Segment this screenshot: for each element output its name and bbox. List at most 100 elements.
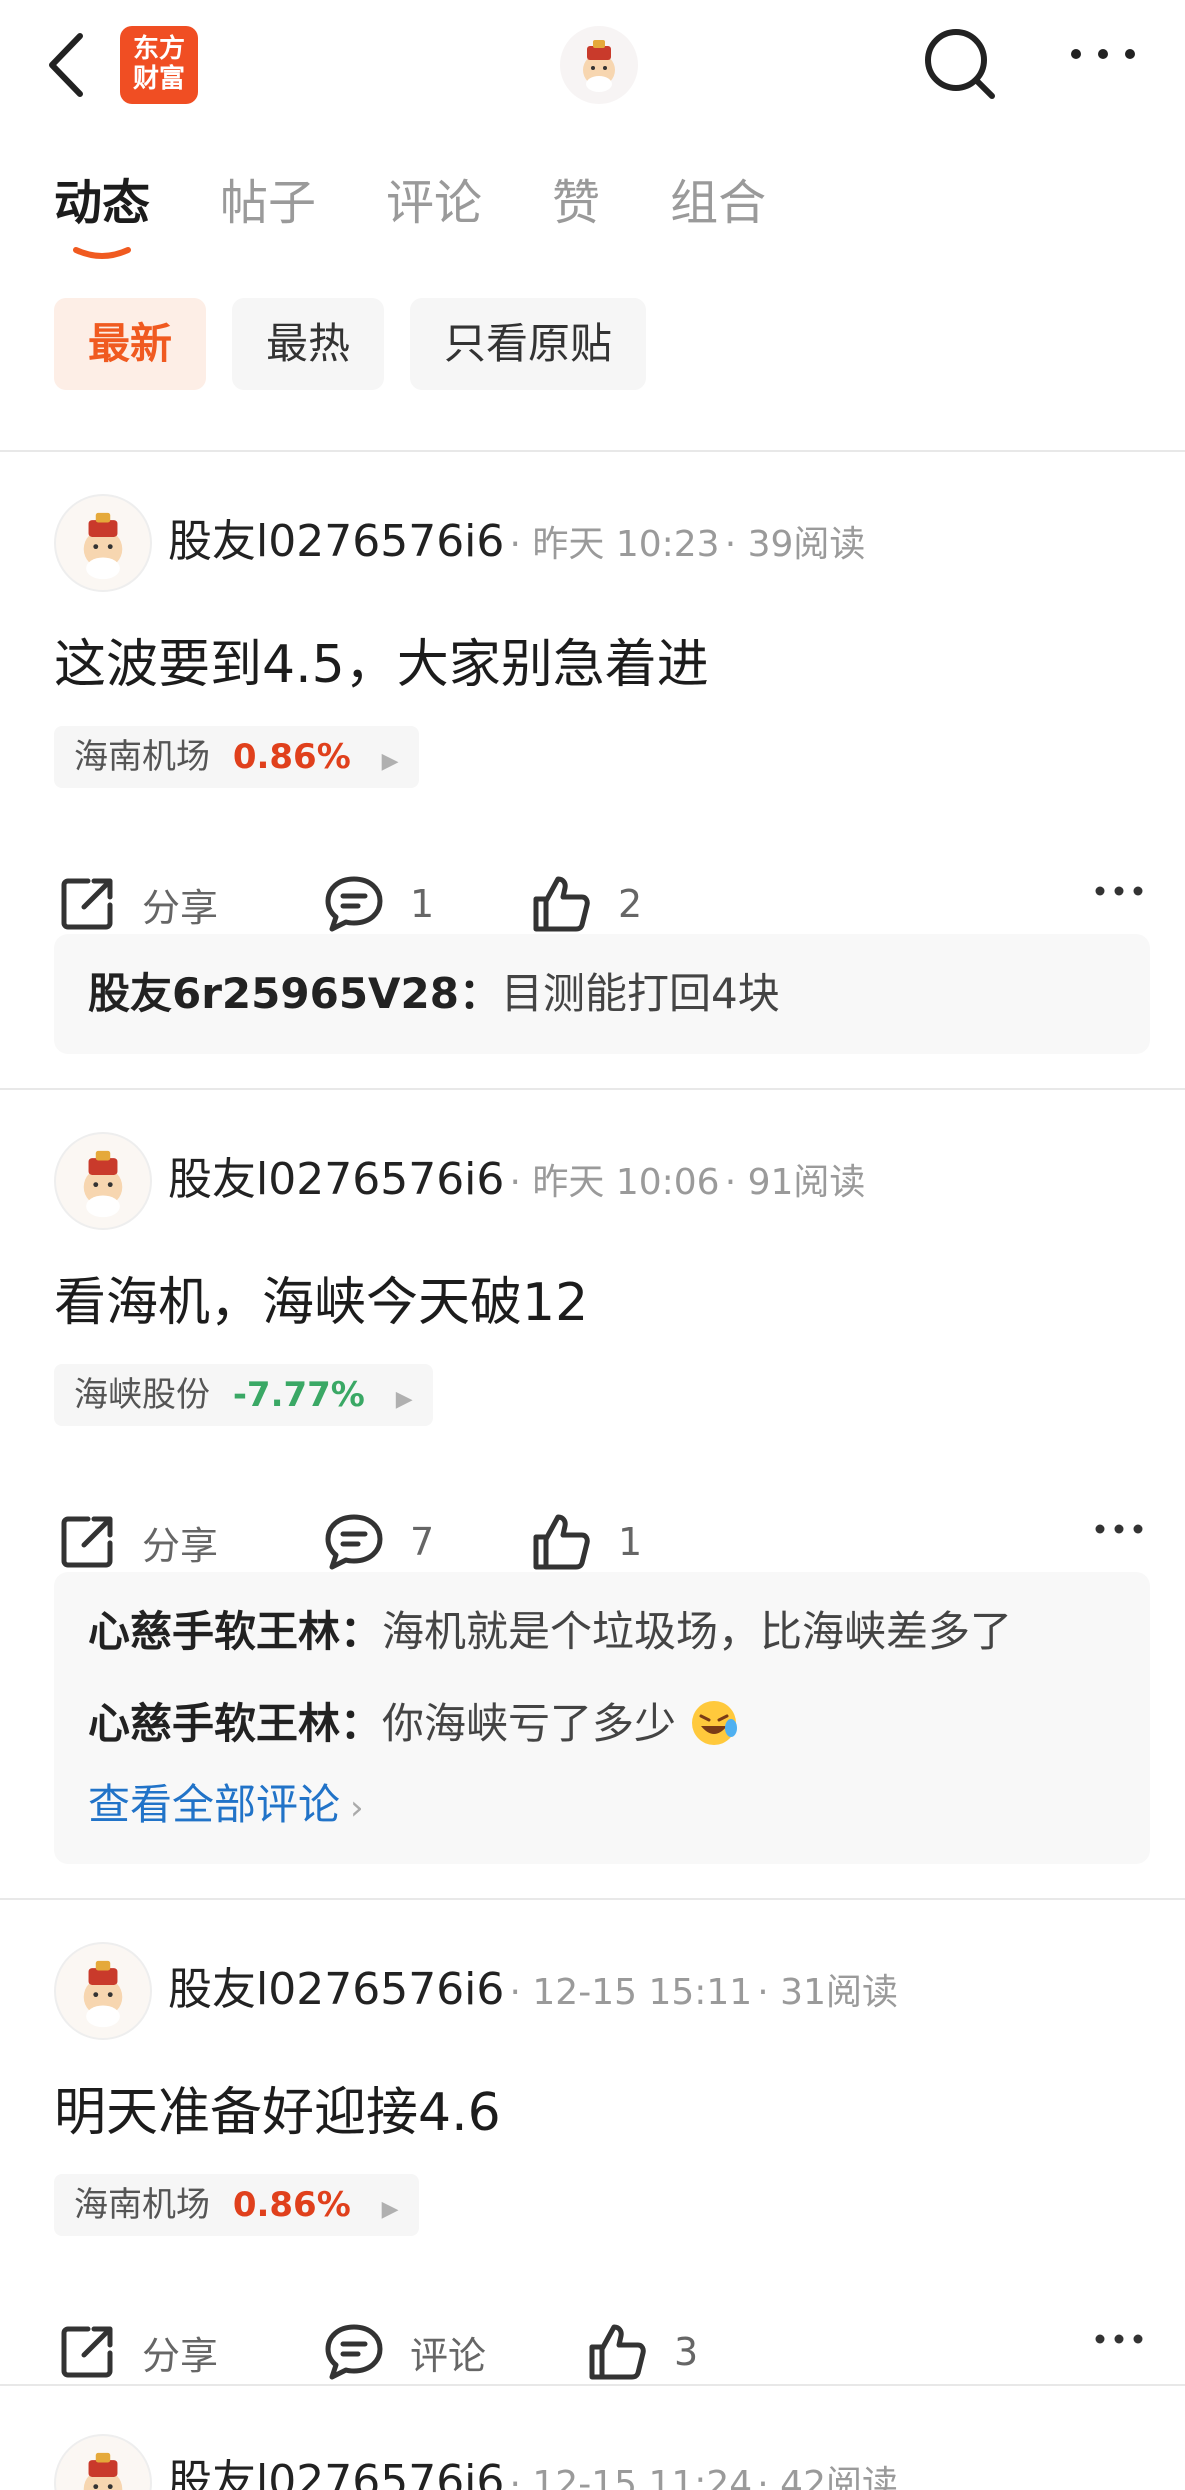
comment-user[interactable]: 股友6r25965V28: [88, 969, 459, 1018]
like-count: 3: [674, 2330, 699, 2374]
profile-tabs: 动态 帖子 评论 赞 组合: [54, 168, 836, 268]
comment-button[interactable]: 评论: [324, 2312, 486, 2392]
share-icon: [61, 2326, 113, 2378]
author-line: 股友l0276576i6 · 昨天 10:23 · 39阅读: [168, 516, 866, 567]
thumbs-up-icon: [533, 876, 590, 932]
thumbs-up-icon: [533, 1514, 590, 1570]
like-count: 2: [618, 882, 643, 926]
stock-tag[interactable]: 海南机场 0.86% ▶: [54, 2174, 419, 2236]
share-icon: [61, 878, 113, 930]
comment-line: 股友6r25965V28：目测能打回4块: [88, 969, 780, 1018]
view-all-comments-link[interactable]: 查看全部评论 ›: [88, 1770, 1116, 1850]
post-actions: 分享 评论 3: [54, 2312, 1144, 2392]
more-menu-button[interactable]: [1068, 44, 1148, 84]
comment-button[interactable]: 1: [324, 864, 434, 944]
avatar[interactable]: [54, 1132, 152, 1230]
chevron-right-icon: ›: [350, 1788, 364, 1828]
top-bar: 东方 财富: [0, 0, 1185, 130]
author-line: 股友l0276576i6 · 12-15 15:11 · 31阅读: [168, 1964, 898, 2015]
tab-likes[interactable]: 赞: [552, 168, 600, 248]
avatar[interactable]: [54, 1942, 152, 2040]
post-more-icon[interactable]: [1094, 2332, 1144, 2346]
post-more-icon[interactable]: [1094, 884, 1144, 898]
post-actions: 分享 1 2: [54, 864, 1144, 944]
search-icon: [925, 29, 995, 99]
share-button[interactable]: 分享: [58, 864, 218, 944]
read-count: 39阅读: [747, 524, 866, 565]
avatar[interactable]: [54, 494, 152, 592]
post-text[interactable]: 这波要到4.5，大家别急着进: [54, 622, 709, 697]
play-arrow-icon: ▶: [395, 1387, 413, 1412]
tab-comments[interactable]: 评论: [386, 168, 482, 248]
fortune-god-avatar-icon: [83, 2452, 123, 2490]
comment-bubble-icon: [325, 1514, 383, 1570]
comment-button[interactable]: 7: [324, 1502, 434, 1582]
more-dots-icon: [1071, 49, 1135, 59]
author-name[interactable]: 股友l0276576i6: [168, 1964, 504, 2015]
stock-change: 0.86%: [232, 737, 351, 777]
stock-change: 0.86%: [232, 2185, 351, 2225]
post-text[interactable]: 明天准备好迎接4.6: [54, 2070, 501, 2145]
stock-name: 海峡股份: [74, 1375, 210, 1415]
stock-tag[interactable]: 海峡股份 -7.77% ▶: [54, 1364, 433, 1426]
comment-count: 1: [410, 882, 435, 926]
post-time: 昨天 10:06: [532, 1162, 720, 1203]
tab-portfolio[interactable]: 组合: [670, 168, 766, 248]
like-button[interactable]: 2: [532, 864, 642, 944]
comment-text: 你海峡亏了多少: [382, 1699, 677, 1748]
comment-text: 目测能打回4块: [501, 969, 780, 1018]
app-logo: 东方 财富: [120, 26, 198, 104]
share-button[interactable]: 分享: [58, 1502, 218, 1582]
tab-dynamic[interactable]: 动态: [54, 168, 150, 259]
stock-change: -7.77%: [232, 1375, 365, 1415]
chevron-left-icon: [49, 33, 83, 97]
post-card[interactable]: 股友l0276576i6 · 12-15 11:24 · 42阅读: [0, 2386, 1185, 2490]
tab-active-indicator: [73, 247, 131, 259]
author-line: 股友l0276576i6 · 12-15 11:24 · 42阅读: [168, 2452, 898, 2490]
read-count: 31阅读: [780, 1972, 898, 2013]
author-line: 股友l0276576i6 · 昨天 10:06 · 91阅读: [168, 1154, 866, 1205]
fortune-god-avatar-icon: [83, 1150, 123, 1218]
comment-preview[interactable]: 股友6r25965V28：目测能打回4块: [54, 934, 1150, 1054]
search-button[interactable]: [920, 24, 1000, 104]
tab-posts[interactable]: 帖子: [220, 168, 316, 248]
play-arrow-icon: ▶: [381, 2197, 399, 2222]
sort-filters: 最新 最热 只看原贴: [54, 298, 672, 390]
comment-bubble-icon: [325, 876, 383, 932]
comment-user[interactable]: 心慈手软王林: [88, 1699, 340, 1748]
laughing-emoji-icon: [692, 1701, 738, 1745]
post-card[interactable]: 股友l0276576i6 · 12-15 15:11 · 31阅读 明天准备好迎…: [0, 1900, 1185, 2384]
like-button[interactable]: 1: [532, 1502, 642, 1582]
filter-hot[interactable]: 最热: [232, 298, 385, 390]
author-name[interactable]: 股友l0276576i6: [168, 516, 504, 567]
play-arrow-icon: ▶: [381, 749, 399, 774]
avatar[interactable]: [54, 2434, 152, 2490]
share-icon: [61, 1516, 113, 1568]
post-card[interactable]: 股友l0276576i6 · 昨天 10:06 · 91阅读 看海机，海峡今天破…: [0, 1090, 1185, 1898]
like-count: 1: [618, 1520, 643, 1564]
back-button[interactable]: [44, 30, 104, 100]
post-time: 昨天 10:23: [532, 524, 720, 565]
share-button[interactable]: 分享: [58, 2312, 218, 2392]
author-name[interactable]: 股友l0276576i6: [168, 1154, 504, 1205]
stock-tag[interactable]: 海南机场 0.86% ▶: [54, 726, 419, 788]
comment-bubble-icon: [325, 2324, 383, 2380]
like-button[interactable]: 3: [588, 2312, 698, 2392]
post-card[interactable]: 股友l0276576i6 · 昨天 10:23 · 39阅读 这波要到4.5，大…: [0, 452, 1185, 1088]
profile-avatar[interactable]: [560, 26, 638, 104]
comment-text: 海机就是个垃圾场，比海峡差多了: [382, 1607, 1013, 1656]
comment-preview[interactable]: 心慈手软王林：海机就是个垃圾场，比海峡差多了 心慈手软王林：你海峡亏了多少 查看…: [54, 1572, 1150, 1864]
filter-original-only[interactable]: 只看原贴: [410, 298, 647, 390]
comment-line: 心慈手软王林：海机就是个垃圾场，比海峡差多了: [88, 1607, 1013, 1656]
fortune-god-avatar-icon: [83, 512, 123, 580]
post-text[interactable]: 看海机，海峡今天破12: [54, 1260, 588, 1335]
comment-user[interactable]: 心慈手软王林: [88, 1607, 340, 1656]
fortune-god-avatar-icon: [583, 40, 615, 92]
thumbs-up-icon: [589, 2324, 646, 2380]
comment-line: 心慈手软王林：你海峡亏了多少: [88, 1678, 1116, 1770]
author-name[interactable]: 股友l0276576i6: [168, 2456, 504, 2490]
stock-name: 海南机场: [74, 737, 210, 777]
post-more-icon[interactable]: [1094, 1522, 1144, 1536]
filter-latest[interactable]: 最新: [54, 298, 207, 390]
post-time: 12-15 11:24: [532, 2464, 753, 2490]
